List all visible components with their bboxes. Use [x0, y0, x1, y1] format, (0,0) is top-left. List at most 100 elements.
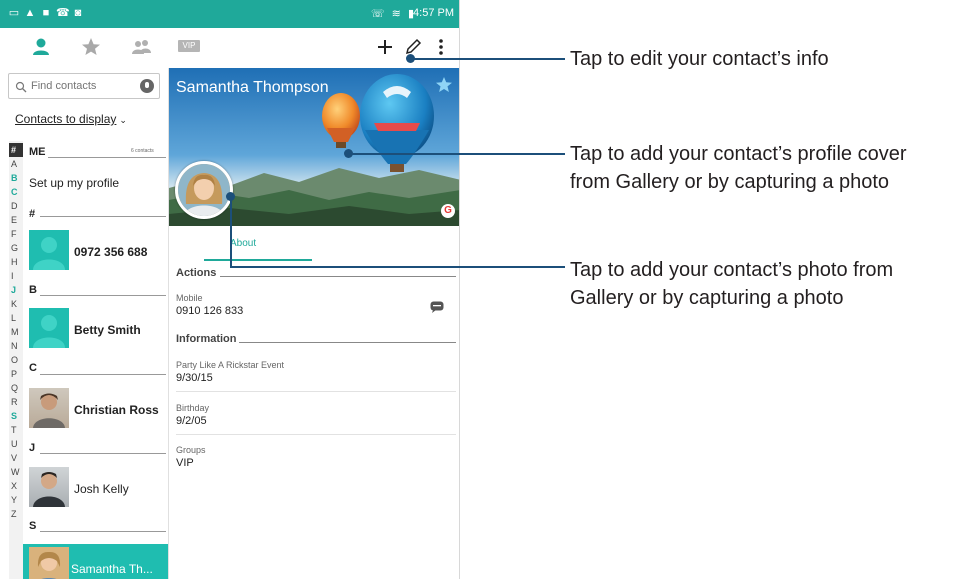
alphabet-letter[interactable]: N	[9, 339, 23, 353]
tab-about[interactable]: About	[230, 238, 256, 249]
alphabet-letter[interactable]: Q	[9, 381, 23, 395]
information-header: Information	[176, 333, 237, 345]
contact-detail-pane: Samantha Thompson G About Actions Mobile…	[168, 68, 459, 579]
search-icon	[15, 80, 27, 93]
tab-indicator	[204, 259, 312, 261]
contact-profile-photo[interactable]	[175, 161, 233, 219]
message-icon[interactable]	[430, 300, 444, 313]
alphabet-letter[interactable]: V	[9, 451, 23, 465]
contact-name: Samantha Thompson	[176, 79, 329, 96]
contacts-to-display-dropdown[interactable]: Contacts to display ⌄	[15, 112, 127, 126]
section-divider	[40, 295, 166, 296]
alphabet-letter[interactable]: Y	[9, 493, 23, 507]
avatar	[29, 230, 69, 270]
section-divider	[239, 342, 456, 343]
phone-screen: ▭ ▲ ■ ☎ ◙ ☏ ≋ ▮ 4:57 PM VIP Find contact…	[0, 0, 460, 579]
alphabet-letter[interactable]: I	[9, 269, 23, 283]
alphabet-letter[interactable]: A	[9, 157, 23, 171]
callout-edit-text: Tap to edit your contact’s info	[570, 48, 829, 70]
callout-line-cover	[348, 153, 565, 155]
section-header-b: B	[29, 284, 37, 296]
alphabet-letter[interactable]: T	[9, 423, 23, 437]
section-divider	[40, 453, 166, 454]
google-account-icon: G	[441, 204, 455, 218]
filter-label: Contacts to display	[15, 112, 117, 126]
alphabet-letter[interactable]: R	[9, 395, 23, 409]
actions-header: Actions	[176, 267, 217, 279]
section-divider	[40, 374, 166, 375]
callout-photo-text-2: Gallery or by capturing a photo	[570, 287, 844, 309]
alphabet-letter[interactable]: #	[9, 143, 23, 157]
avatar	[29, 467, 69, 507]
groups-value: VIP	[176, 457, 194, 469]
alphabet-letter[interactable]: H	[9, 255, 23, 269]
alphabet-index[interactable]: # A B C D E F G H I J K L M N O P Q R S T U V W X Y Z	[9, 141, 23, 579]
birthday-label: Birthday	[176, 403, 210, 413]
callout-cover-text-2: from Gallery or by capturing a photo	[570, 171, 890, 193]
callout-vline-photo	[230, 196, 232, 267]
more-icon[interactable]	[430, 36, 452, 58]
contacts-tab-icon[interactable]	[30, 36, 52, 58]
avatar	[29, 547, 69, 579]
selected-list-item[interactable]: Samantha Th...	[23, 544, 168, 579]
groups-label: Groups	[176, 445, 206, 455]
alphabet-letter[interactable]: J	[9, 283, 23, 297]
profile-photo-image	[178, 164, 230, 216]
mobile-label: Mobile	[176, 293, 203, 303]
alphabet-letter[interactable]: M	[9, 325, 23, 339]
status-right-icons: ☏ ≋ ▮	[370, 8, 416, 20]
alphabet-letter[interactable]: X	[9, 479, 23, 493]
section-header-hash: #	[29, 208, 36, 220]
event-date: 9/30/15	[176, 372, 213, 384]
mic-icon[interactable]	[140, 79, 154, 93]
alphabet-letter[interactable]: D	[9, 199, 23, 213]
chevron-down-icon: ⌄	[119, 115, 127, 125]
list-item-label: Samantha Th...	[71, 562, 153, 576]
favorite-star-icon[interactable]	[435, 76, 453, 94]
alphabet-letter[interactable]: U	[9, 437, 23, 451]
alphabet-letter[interactable]: E	[9, 213, 23, 227]
alphabet-letter[interactable]: B	[9, 171, 23, 185]
annotated-screenshot: ▭ ▲ ■ ☎ ◙ ☏ ≋ ▮ 4:57 PM VIP Find contact…	[0, 0, 953, 579]
list-item[interactable]: Josh Kelly	[74, 482, 129, 496]
sim-icon: ▭	[8, 7, 20, 19]
callout-cover-text-1: Tap to add your contact’s profile cover	[570, 143, 907, 165]
vip-label: VIP	[182, 41, 196, 50]
clock: 4:57 PM	[413, 7, 454, 19]
alphabet-letter[interactable]: O	[9, 353, 23, 367]
section-divider	[40, 216, 166, 217]
contact-count: 6 contacts	[131, 148, 154, 154]
alphabet-letter[interactable]: G	[9, 241, 23, 255]
mobile-number[interactable]: 0910 126 833	[176, 305, 243, 317]
event-label: Party Like A Rickstar Event	[176, 360, 285, 370]
alphabet-letter[interactable]: L	[9, 311, 23, 325]
vip-tab-icon[interactable]: VIP	[178, 40, 200, 52]
alphabet-letter[interactable]: Z	[9, 507, 23, 521]
add-icon[interactable]	[374, 36, 396, 58]
search-input[interactable]	[31, 79, 131, 93]
groups-tab-icon[interactable]	[130, 36, 152, 58]
list-item[interactable]: Betty Smith	[74, 323, 141, 337]
favorites-tab-icon[interactable]	[80, 36, 102, 58]
phone-icon: ☎	[56, 7, 70, 19]
callout-line-edit	[410, 58, 565, 60]
alphabet-letter[interactable]: S	[9, 409, 23, 423]
set-up-profile-item[interactable]: Set up my profile	[29, 176, 119, 190]
list-item[interactable]: Christian Ross	[74, 403, 159, 417]
search-box[interactable]	[8, 73, 160, 99]
section-header-j: J	[29, 442, 36, 454]
row-divider	[176, 391, 456, 392]
top-toolbar: VIP	[0, 28, 459, 68]
alphabet-letter[interactable]: F	[9, 227, 23, 241]
alphabet-letter[interactable]: W	[9, 465, 23, 479]
alphabet-letter[interactable]: K	[9, 297, 23, 311]
alphabet-letter[interactable]: C	[9, 185, 23, 199]
section-divider	[40, 531, 166, 532]
bbm-icon: ■	[42, 7, 50, 19]
list-item[interactable]: 0972 356 688	[74, 245, 147, 259]
section-divider	[220, 276, 456, 277]
status-bar: ▭ ▲ ■ ☎ ◙ ☏ ≋ ▮ 4:57 PM	[0, 0, 459, 28]
section-header-me: ME	[29, 146, 46, 158]
alphabet-letter[interactable]: P	[9, 367, 23, 381]
callout-line-photo	[230, 266, 565, 268]
